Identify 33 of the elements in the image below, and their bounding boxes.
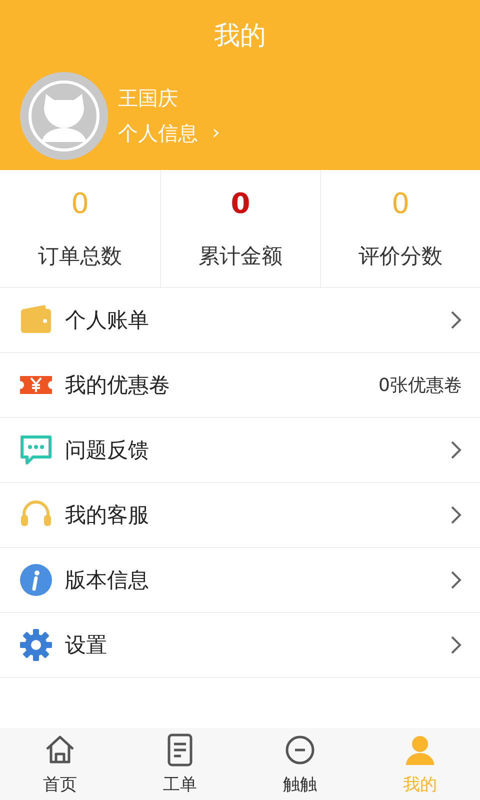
tab-item[interactable]: 触触	[240, 728, 360, 800]
user-name: 王国庆	[118, 85, 179, 112]
menu-label: 我的优惠卷	[65, 372, 171, 399]
stat-value: 0	[230, 187, 250, 220]
tab-item[interactable]: 首页	[0, 728, 120, 800]
page-title: 我的	[213, 20, 267, 53]
avatar-icon	[20, 72, 108, 160]
chevron-icon	[450, 570, 462, 590]
settings-icon	[19, 628, 53, 662]
menu-label: 版本信息	[65, 567, 150, 594]
menu-label: 我的客服	[65, 502, 150, 529]
stat-value: 0	[392, 187, 410, 220]
stat-label: 订单总数	[38, 243, 122, 270]
chevron-icon	[450, 635, 462, 655]
stat-label: 评价分数	[358, 243, 442, 270]
info-icon	[19, 563, 53, 597]
stat-value: 0	[71, 187, 89, 220]
menu-label: 设置	[65, 632, 108, 659]
chat-icon	[19, 433, 53, 467]
menu-item[interactable]: 设置	[0, 613, 480, 678]
menu-item[interactable]: 我的客服	[0, 483, 480, 548]
stat-label: 累计金额	[198, 243, 282, 270]
menu-item[interactable]: 我的优惠卷 0张优惠卷	[0, 353, 480, 418]
chevron-icon	[450, 440, 462, 460]
menu-label: 问题反馈	[65, 437, 150, 464]
menu-item[interactable]: 个人账单	[0, 288, 480, 353]
tab-item[interactable]: 工单	[120, 728, 240, 800]
menu-item[interactable]: 版本信息	[0, 548, 480, 613]
menu-value: 0张优惠卷	[378, 374, 462, 397]
menu-item[interactable]: 问题反馈	[0, 418, 480, 483]
menu-label: 个人账单	[65, 307, 150, 334]
chevron-icon	[450, 505, 462, 525]
chevron-icon	[450, 310, 462, 330]
